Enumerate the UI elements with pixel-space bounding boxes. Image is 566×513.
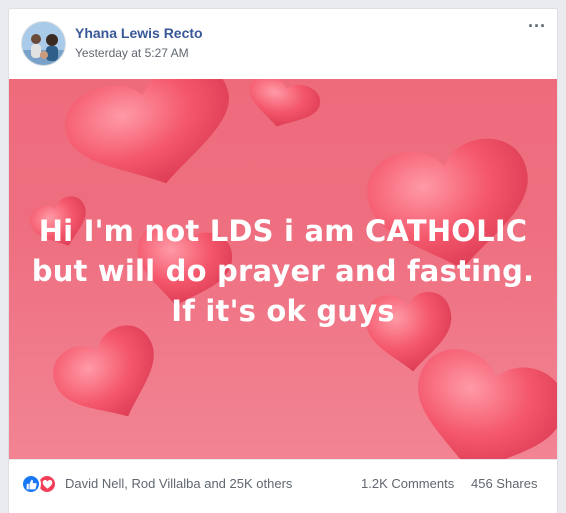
post-text-line-2: but will do prayer and fasting. [31, 254, 535, 288]
avatar-photo [22, 22, 65, 65]
more-options-icon[interactable]: ··· [528, 17, 546, 35]
reaction-names[interactable]: David Nell, Rod Villalba and 25K others [65, 476, 292, 491]
post-footer: David Nell, Rod Villalba and 25K others … [9, 459, 557, 513]
like-icon[interactable] [21, 474, 41, 494]
post-text-line-1: Hi I'm not LDS i am CATHOLIC [38, 214, 528, 248]
author-name[interactable]: Yhana Lewis Recto [75, 25, 203, 41]
post-timestamp[interactable]: Yesterday at 5:27 AM [75, 46, 189, 60]
post-text-line-3: If it's ok guys [171, 294, 395, 328]
reaction-icons[interactable] [21, 474, 61, 494]
comments-count[interactable]: 1.2K Comments [361, 476, 454, 491]
post-text: Hi I'm not LDS i am CATHOLIC but will do… [9, 211, 557, 331]
author-avatar[interactable] [21, 21, 66, 66]
shares-count[interactable]: 456 Shares [471, 476, 538, 491]
post-card: Yhana Lewis Recto Yesterday at 5:27 AM ·… [8, 8, 558, 513]
